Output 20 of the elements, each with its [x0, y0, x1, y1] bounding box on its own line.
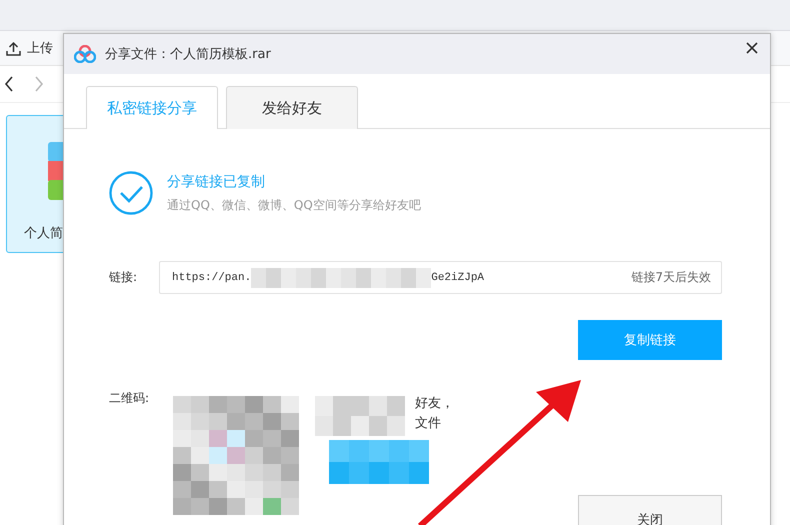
- status-subtitle: 通过QQ、微信、微博、QQ空间等分享给好友吧: [167, 196, 421, 214]
- close-button[interactable]: 关闭: [578, 495, 722, 525]
- back-icon[interactable]: [4, 76, 14, 92]
- qr-hint-text: 文件: [415, 415, 441, 432]
- link-field[interactable]: https://pan. Ge2iZJpA 链接7天后失效: [159, 261, 722, 294]
- expiry-note: 链接7天后失效: [631, 269, 711, 286]
- share-tab[interactable]: 发给好友: [226, 86, 358, 129]
- file-name: 个人简: [24, 225, 63, 242]
- link-label: 链接:: [109, 269, 138, 286]
- status-title: 分享链接已复制: [167, 172, 266, 190]
- link-text: Ge2iZJpA: [431, 272, 484, 284]
- dialog-title: 分享文件：个人简历模板.rar: [105, 46, 271, 63]
- link-text: https://pan.: [172, 272, 252, 284]
- upload-icon: [6, 40, 21, 56]
- qr-label: 二维码:: [109, 390, 150, 407]
- close-icon[interactable]: [746, 42, 758, 54]
- qr-hint-text: 好友，: [415, 395, 454, 412]
- upload-button[interactable]: 上传: [4, 37, 55, 59]
- cloud-logo-icon: [74, 45, 96, 63]
- check-circle-icon: [109, 171, 153, 215]
